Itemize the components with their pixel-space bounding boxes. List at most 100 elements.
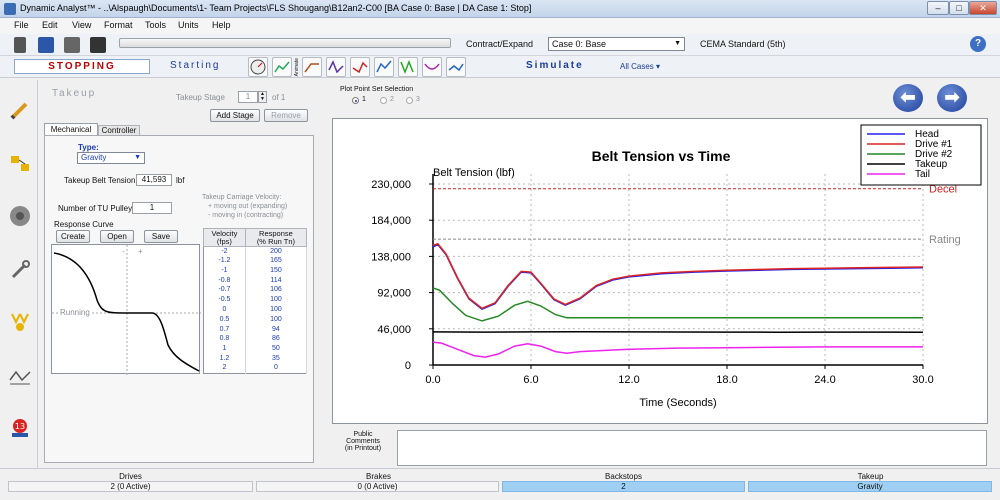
belt-tension-input[interactable]: 41,593 — [136, 174, 172, 186]
slip-icon[interactable] — [374, 57, 394, 77]
public-comments-textarea[interactable] — [397, 430, 987, 466]
table-row[interactable]: -0.5 100 — [203, 295, 308, 306]
simulate-button[interactable]: Simulate — [526, 60, 584, 71]
velocity-cell[interactable]: 1.2 — [203, 353, 246, 364]
menu-format[interactable]: Format — [104, 20, 133, 30]
velocity-cell[interactable]: -0.7 — [203, 285, 246, 296]
velocity-cell[interactable]: -0.8 — [203, 275, 246, 286]
all-cases-dropdown[interactable]: All Cases ▾ — [620, 62, 660, 71]
response-cell[interactable]: 100 — [245, 314, 308, 325]
table-row[interactable]: -0.8 114 — [203, 275, 308, 286]
close-button[interactable]: ✕ — [969, 1, 997, 15]
add-stage-button[interactable]: Add Stage — [210, 109, 260, 122]
camera-icon[interactable] — [90, 37, 106, 53]
animate-gauge-icon[interactable] — [248, 57, 268, 77]
takeup-type-select[interactable]: Gravity ▼ — [77, 152, 145, 164]
save-icon[interactable] — [38, 37, 54, 53]
takeup-pulley-icon[interactable] — [8, 310, 32, 334]
conveyor-profile-icon[interactable] — [8, 364, 32, 388]
table-row[interactable]: -1 150 — [203, 266, 308, 276]
wrench-icon[interactable] — [8, 258, 32, 282]
menu-tools[interactable]: Tools — [145, 20, 166, 30]
power-icon[interactable] — [326, 57, 346, 77]
table-row[interactable]: 1 50 — [203, 344, 308, 354]
velocity-cell[interactable]: 0.5 — [203, 314, 246, 325]
velocity-cell[interactable]: -0.5 — [203, 295, 246, 306]
stopping-mode-button[interactable]: STOPPING — [14, 59, 150, 74]
velocity-cell[interactable]: 0.8 — [203, 334, 246, 345]
response-cell[interactable]: 0 — [245, 363, 308, 374]
velocity-cell[interactable]: -2 — [203, 246, 246, 257]
tu-pulleys-input[interactable]: 1 — [132, 202, 172, 214]
case-select[interactable]: Case 0: Base ▼ — [548, 37, 685, 51]
table-row[interactable]: -1.2 165 — [203, 256, 308, 267]
warning-count-icon[interactable]: 13 — [8, 416, 32, 440]
table-row[interactable]: -0.7 106 — [203, 285, 308, 296]
pencil-icon[interactable] — [8, 98, 32, 122]
response-cell[interactable]: 165 — [245, 256, 308, 267]
create-curve-button[interactable]: Create — [56, 230, 90, 243]
speed-icon[interactable] — [302, 57, 322, 77]
response-cell[interactable]: 150 — [245, 266, 308, 276]
brake-disc-icon[interactable] — [8, 204, 32, 228]
tab-controller[interactable]: Controller — [98, 125, 140, 135]
menu-view[interactable]: View — [72, 20, 91, 30]
plot-set-radio-1[interactable] — [352, 97, 359, 104]
response-cell[interactable]: 35 — [245, 353, 308, 364]
tab-mechanical[interactable]: Mechanical — [44, 123, 98, 135]
response-cell[interactable]: 86 — [245, 334, 308, 345]
open-curve-button[interactable]: Open — [100, 230, 134, 243]
response-cell[interactable]: 200 — [245, 246, 308, 257]
response-cell[interactable]: 114 — [245, 275, 308, 286]
velocity-cell[interactable]: 1 — [203, 344, 246, 354]
plot-set-radio-2[interactable] — [380, 97, 387, 104]
maximize-button[interactable]: □ — [949, 1, 969, 15]
velocity-cell[interactable]: -1.2 — [203, 256, 246, 267]
response-header: Response (% Run Tn) — [244, 228, 308, 247]
velocity-cell[interactable]: 0 — [203, 305, 246, 315]
contract-expand-label[interactable]: Contract/Expand — [466, 39, 533, 49]
open-file-icon[interactable] — [14, 37, 26, 53]
status-takeup-value[interactable]: Gravity — [748, 481, 992, 492]
status-backstops-value[interactable]: 2 — [502, 481, 745, 492]
belt-tension-label: Takeup Belt Tension — [64, 176, 136, 185]
menu-help[interactable]: Help — [212, 20, 231, 30]
response-cell[interactable]: 100 — [245, 305, 308, 315]
drives-icon[interactable] — [8, 152, 32, 176]
velocity-cell[interactable]: 2 — [203, 363, 246, 374]
response-cell[interactable]: 50 — [245, 344, 308, 354]
takeup-icon[interactable] — [398, 57, 418, 77]
sag-chart-icon[interactable] — [446, 57, 466, 77]
print-icon[interactable] — [64, 37, 80, 53]
menu-file[interactable]: File — [14, 20, 29, 30]
table-row[interactable]: 0.8 86 — [203, 334, 308, 345]
velocity-cell[interactable]: 0.7 — [203, 324, 246, 335]
menu-edit[interactable]: Edit — [42, 20, 58, 30]
response-cell[interactable]: 100 — [245, 295, 308, 306]
table-row[interactable]: 1.2 35 — [203, 353, 308, 364]
help-icon[interactable]: ? — [970, 36, 986, 52]
status-drives-value[interactable]: 2 (0 Active) — [8, 481, 253, 492]
back-arrow-icon[interactable]: ⬅ — [893, 84, 923, 112]
menu-units[interactable]: Units — [178, 20, 199, 30]
remove-stage-button[interactable]: Remove — [264, 109, 308, 122]
table-row[interactable]: 0.5 100 — [203, 314, 308, 325]
table-row[interactable]: -2 200 — [203, 246, 308, 257]
minimize-button[interactable]: – — [927, 1, 949, 15]
starting-mode-button[interactable]: Starting — [170, 60, 220, 71]
response-cell[interactable]: 94 — [245, 324, 308, 335]
forward-arrow-icon[interactable]: ➡ — [937, 84, 967, 112]
response-cell[interactable]: 106 — [245, 285, 308, 296]
tension-icon[interactable] — [272, 57, 292, 77]
status-brakes-value[interactable]: 0 (0 Active) — [256, 481, 499, 492]
save-curve-button[interactable]: Save — [144, 230, 178, 243]
table-row[interactable]: 0 100 — [203, 305, 308, 315]
takeup-stage-spinner[interactable]: ▲ ▼ — [258, 91, 267, 103]
takeup-stage-input[interactable]: 1 — [238, 91, 258, 103]
sag-icon[interactable] — [422, 57, 442, 77]
plot-set-radio-3[interactable] — [406, 97, 413, 104]
torque-icon[interactable] — [350, 57, 370, 77]
velocity-cell[interactable]: -1 — [203, 266, 246, 276]
table-row[interactable]: 0.7 94 — [203, 324, 308, 335]
table-row[interactable]: 20 — [203, 363, 308, 374]
